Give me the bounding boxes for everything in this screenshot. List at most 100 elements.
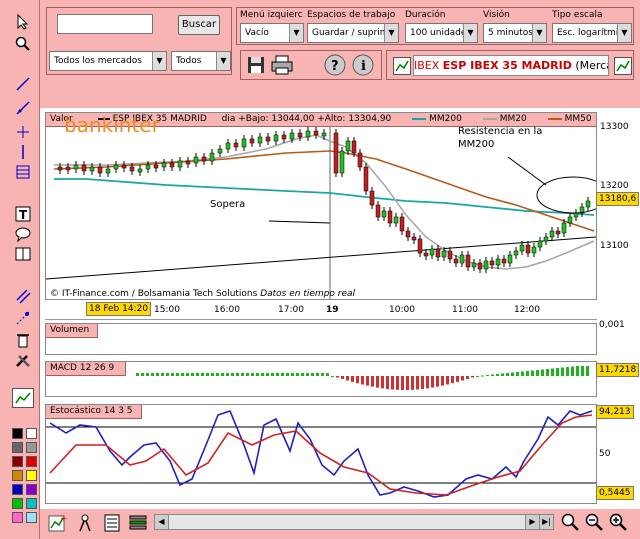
x-label-day: 19: [326, 305, 339, 315]
channel-icon[interactable]: [12, 286, 34, 306]
macd-bar: [366, 376, 369, 386]
macd-bar: [456, 376, 459, 382]
color-swatch-white[interactable]: [26, 428, 37, 439]
macd-bars: [136, 366, 589, 390]
candle: [429, 248, 435, 256]
color-swatch-light-gray[interactable]: [26, 442, 37, 453]
instrument-field[interactable]: IBEX ESP IBEX 35 MADRID (Merca: [413, 55, 609, 76]
chart-type-icon[interactable]: [393, 57, 411, 75]
print-icon[interactable]: [270, 54, 294, 76]
support-trendline: [46, 236, 596, 280]
trendline-icon[interactable]: [12, 74, 34, 94]
macd-bar: [236, 373, 239, 376]
y-label-13100: 13100: [600, 241, 629, 251]
comment-icon[interactable]: [12, 224, 34, 244]
candle: [363, 166, 369, 192]
color-swatch-red[interactable]: [26, 456, 37, 467]
svg-text:?: ?: [331, 59, 339, 74]
macd-bar: [171, 373, 174, 376]
menu-select[interactable]: Vacío ▼: [240, 23, 304, 43]
cross-line-icon[interactable]: [12, 122, 34, 142]
workspace-label: Espacios de trabajo: [307, 10, 396, 20]
indicator-icon[interactable]: [12, 388, 34, 408]
scatter-tool-icon[interactable]: [12, 308, 34, 328]
duration-select[interactable]: 100 unidades ▼: [405, 23, 478, 43]
fibonacci-icon[interactable]: [12, 162, 34, 182]
macd-bar: [156, 373, 159, 376]
macd-bar: [536, 370, 539, 376]
macd-bar: [541, 369, 544, 376]
candle: [249, 138, 255, 144]
macd-bar: [461, 376, 464, 381]
zoom-fit-icon[interactable]: [560, 512, 580, 532]
candle: [193, 156, 199, 164]
info-icon[interactable]: i: [351, 53, 375, 77]
trash-icon[interactable]: [12, 330, 34, 350]
macd-bar: [371, 376, 374, 387]
support-pointer: [268, 220, 331, 224]
candle: [121, 164, 127, 169]
color-swatch-orange[interactable]: [12, 470, 23, 481]
color-swatch-green[interactable]: [12, 498, 23, 509]
market-select[interactable]: Todos los mercados ▼: [49, 51, 167, 71]
mm50-legend: MM50: [564, 114, 592, 124]
save-icon[interactable]: [245, 54, 267, 76]
macd-bar: [341, 376, 344, 380]
x-label-1600: 16:00: [214, 305, 240, 315]
candle: [525, 244, 531, 254]
color-swatch-black[interactable]: [12, 428, 23, 439]
price-chart[interactable]: Valor ESP IBEX 35 MADRID dia +Bajo: 1304…: [45, 112, 597, 300]
color-swatch-purple[interactable]: [26, 484, 37, 495]
help-icon[interactable]: ?: [323, 53, 347, 77]
candle: [345, 140, 351, 152]
scroll-right-icon[interactable]: ▶: [525, 515, 539, 529]
book-icon[interactable]: [12, 244, 34, 264]
volume-panel[interactable]: Volumen: [45, 323, 597, 355]
pointer-icon[interactable]: [12, 12, 34, 32]
vision-select[interactable]: 5 minutos ▼: [483, 23, 547, 43]
macd-panel[interactable]: MACD 12 26 9: [45, 361, 597, 397]
add-indicator-icon[interactable]: +: [48, 513, 68, 533]
zoom-icon[interactable]: [12, 34, 34, 54]
scroll-left-icon[interactable]: ◀: [155, 515, 169, 529]
candle: [441, 250, 447, 258]
tools-icon[interactable]: [12, 350, 34, 370]
layout-icon[interactable]: [128, 513, 148, 533]
workspace-select[interactable]: Guardar / suprimir ▼: [307, 23, 399, 43]
scroll-end-icon[interactable]: ▶|: [539, 515, 553, 529]
color-swatch-dark-red[interactable]: [12, 456, 23, 467]
horizontal-scrollbar[interactable]: ◀ ▶ ▶|: [154, 514, 554, 530]
volume-tag: 0,001: [599, 320, 625, 330]
search-input[interactable]: [57, 14, 153, 34]
credit-label: © IT-Finance.com / Bolsamania Tech Solut…: [50, 289, 258, 299]
credit-text: © IT-Finance.com / Bolsamania Tech Solut…: [50, 289, 355, 299]
scale-select[interactable]: Esc. logarítmica ▼: [552, 23, 632, 43]
ray-icon[interactable]: [12, 98, 34, 118]
x-label-1700: 17:00: [278, 305, 304, 315]
macd-bar: [356, 376, 359, 384]
color-swatch-light-blue[interactable]: [26, 512, 37, 523]
vertical-line-icon[interactable]: [12, 142, 34, 162]
candle: [305, 130, 311, 138]
compass-icon[interactable]: [76, 513, 94, 533]
color-swatch-blue[interactable]: [12, 484, 23, 495]
color-swatch-pink[interactable]: [12, 512, 23, 523]
candle: [97, 166, 103, 174]
stochastic-panel[interactable]: Estocástico 14 3 5: [45, 404, 597, 504]
color-swatch-yellow[interactable]: [26, 470, 37, 481]
candle: [201, 156, 207, 162]
mm20-legend: MM20: [499, 114, 527, 124]
text-icon[interactable]: T: [12, 204, 34, 224]
macd-bar: [246, 373, 249, 376]
search-button[interactable]: Buscar: [178, 15, 220, 35]
macd-bar: [276, 373, 279, 376]
candle: [257, 136, 263, 144]
color-swatch-cyan[interactable]: [26, 498, 37, 509]
chart-settings-icon[interactable]: [614, 57, 632, 75]
color-swatch-gray[interactable]: [12, 442, 23, 453]
filter-select[interactable]: Todos ▼: [171, 51, 231, 71]
export-icon[interactable]: [102, 513, 122, 533]
candle: [333, 132, 339, 174]
zoom-out-icon[interactable]: [584, 512, 604, 532]
zoom-in-icon[interactable]: [608, 512, 628, 532]
